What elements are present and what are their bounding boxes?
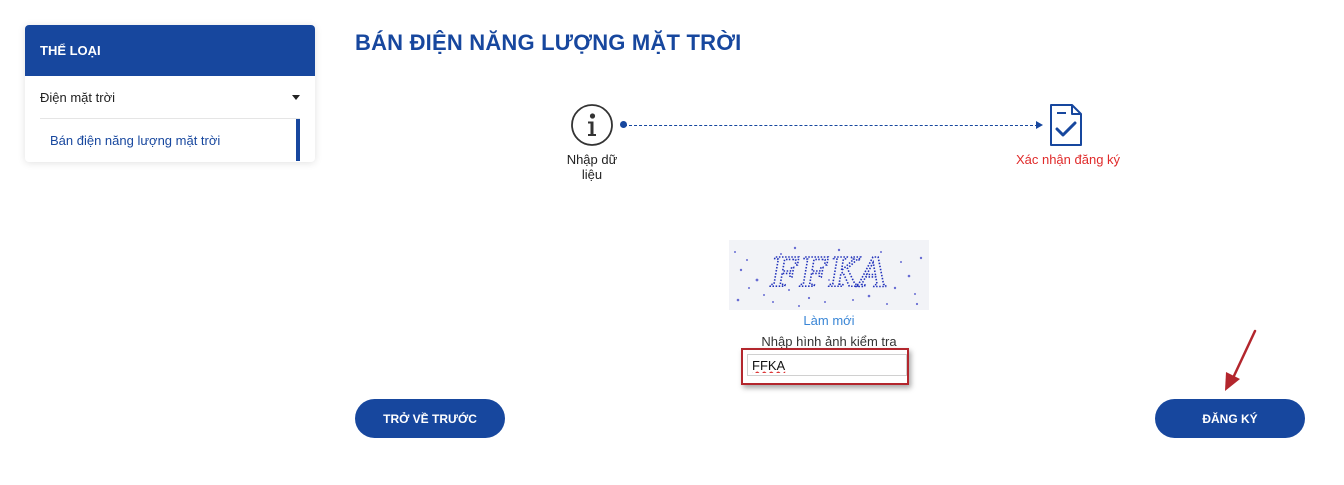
caret-down-icon[interactable] bbox=[292, 95, 300, 100]
register-button[interactable]: ĐĂNG KÝ bbox=[1155, 399, 1305, 438]
step-1-label: Nhập dữ liệu bbox=[566, 152, 618, 182]
sidebar-category-label: Điện mặt trời bbox=[40, 89, 115, 105]
info-icon bbox=[571, 104, 613, 146]
sidebar-category-solar[interactable]: Điện mặt trời bbox=[40, 76, 300, 119]
captcha-input[interactable] bbox=[747, 354, 907, 376]
captcha-refresh-link[interactable]: Làm mới bbox=[729, 313, 929, 328]
captcha-image: FFKA bbox=[729, 240, 929, 310]
step-connector-arrow bbox=[1036, 121, 1043, 129]
sidebar-header: THỂ LOẠI bbox=[25, 25, 315, 76]
page-title: BÁN ĐIỆN NĂNG LƯỢNG MẶT TRỜI bbox=[355, 30, 742, 55]
active-indicator bbox=[296, 119, 300, 161]
step-connector-line bbox=[624, 125, 1038, 126]
sidebar-item-sell-solar[interactable]: Bán điện năng lượng mặt trời bbox=[50, 119, 315, 161]
document-check-icon bbox=[1050, 104, 1082, 146]
category-sidebar: THỂ LOẠI Điện mặt trời Bán điện năng lượ… bbox=[25, 25, 315, 162]
svg-text:FFKA: FFKA bbox=[769, 247, 887, 296]
captcha-input-highlight bbox=[741, 348, 909, 385]
sidebar-item-label: Bán điện năng lượng mặt trời bbox=[50, 132, 221, 148]
annotation-arrow-icon bbox=[1225, 329, 1257, 391]
back-button[interactable]: TRỞ VỀ TRƯỚC bbox=[355, 399, 505, 438]
captcha-prompt-label: Nhập hình ảnh kiểm tra bbox=[761, 334, 897, 349]
step-2-label: Xác nhận đăng ký bbox=[1015, 152, 1121, 167]
